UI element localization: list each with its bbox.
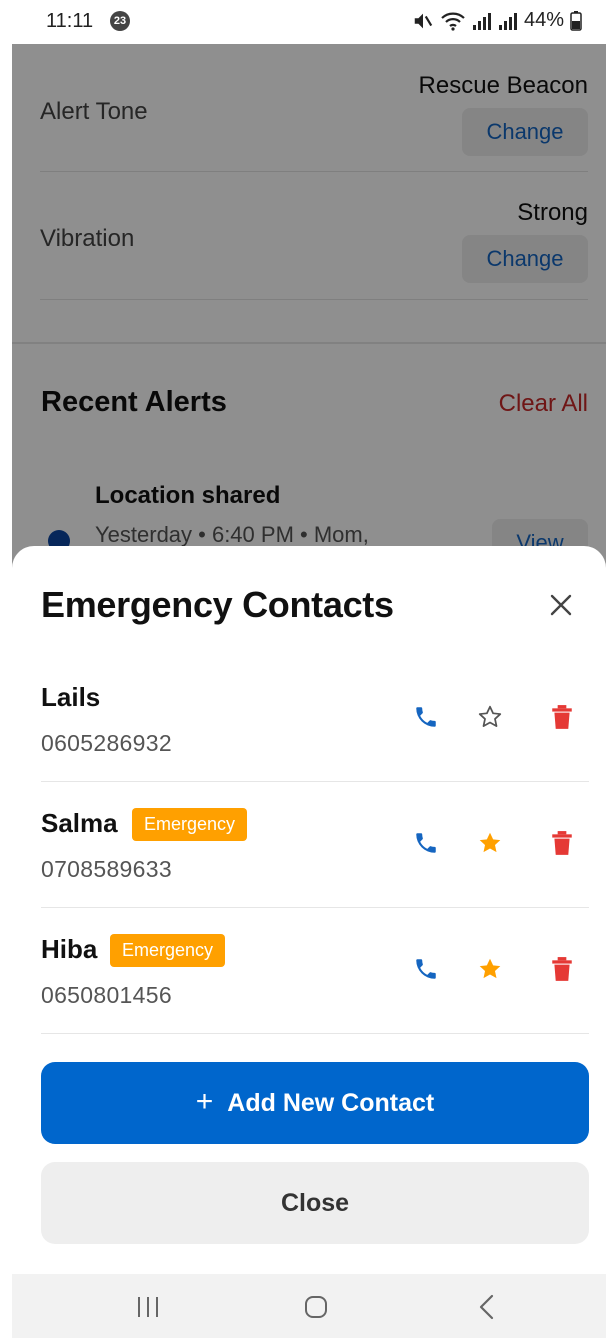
plus-icon: + [195, 1084, 214, 1118]
recents-icon[interactable] [133, 1292, 163, 1322]
home-icon[interactable] [301, 1292, 331, 1322]
notification-count-badge: 23 [110, 11, 130, 31]
trash-icon[interactable] [547, 828, 577, 858]
status-bar: 11:11 23 44% [0, 0, 606, 44]
modal-scrim[interactable] [12, 44, 606, 604]
contact-row: Salma Emergency 0708589633 [41, 782, 589, 908]
phone-icon[interactable] [411, 828, 441, 858]
battery-level: 44% [523, 9, 564, 31]
star-outline-icon[interactable] [475, 702, 505, 732]
emergency-contacts-sheet: Emergency Contacts Lails 0605286932 Salm… [12, 546, 606, 1276]
trash-icon[interactable] [547, 954, 577, 984]
phone-icon[interactable] [411, 954, 441, 984]
system-nav-bar [12, 1274, 606, 1338]
mute-icon [412, 10, 434, 32]
close-icon[interactable] [546, 590, 576, 620]
contact-name: Lails [41, 682, 101, 712]
trash-icon[interactable] [547, 702, 577, 732]
contact-phone: 0605286932 [41, 730, 172, 756]
emergency-badge: Emergency [132, 808, 248, 841]
wifi-icon [440, 10, 466, 32]
star-filled-icon[interactable] [475, 828, 505, 858]
battery-icon [570, 10, 582, 31]
contact-phone: 0708589633 [41, 856, 172, 882]
add-button-label: Add New Contact [227, 1088, 435, 1117]
star-filled-icon[interactable] [475, 954, 505, 984]
signal-icon-2 [498, 11, 518, 31]
contact-phone: 0650801456 [41, 982, 172, 1008]
contact-row: Hiba Emergency 0650801456 [41, 908, 589, 1034]
sheet-title: Emergency Contacts [41, 584, 394, 625]
contact-row: Lails 0605286932 [41, 656, 589, 782]
emergency-badge: Emergency [110, 934, 226, 967]
status-icons: 44% [412, 9, 582, 32]
close-button[interactable]: Close [41, 1162, 589, 1244]
status-time: 11:11 [46, 10, 94, 32]
back-icon[interactable] [472, 1292, 502, 1322]
contact-name: Salma [41, 808, 118, 838]
contact-name: Hiba [41, 934, 98, 964]
add-new-contact-button[interactable]: + Add New Contact [41, 1062, 589, 1144]
signal-icon [472, 11, 492, 31]
phone-icon[interactable] [411, 702, 441, 732]
